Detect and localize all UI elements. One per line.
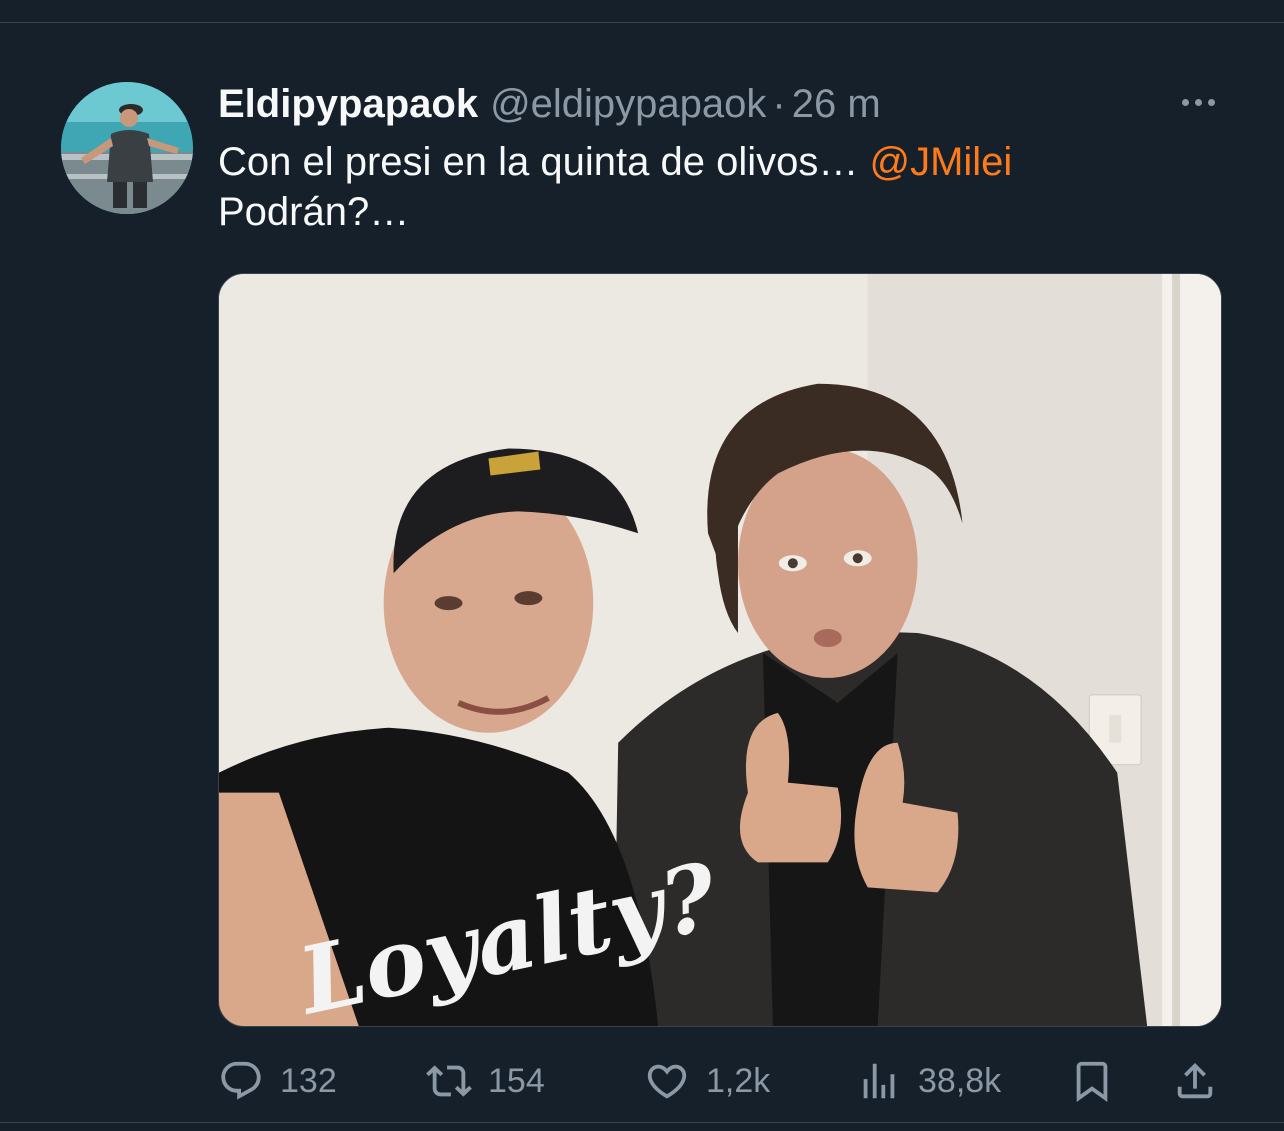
tweet[interactable]: Eldipypapaok @eldipypapaok · 26 m Con el… — [0, 23, 1284, 1122]
timestamp[interactable]: 26 m — [792, 82, 881, 127]
like-count: 1,2k — [706, 1061, 771, 1100]
retweet-count: 154 — [488, 1061, 545, 1100]
separator-dot: · — [772, 81, 786, 126]
tweet-text-line2: Podrán?… — [218, 190, 410, 234]
view-count: 38,8k — [918, 1061, 1002, 1100]
reply-action[interactable]: 132 — [218, 1053, 337, 1109]
share-upload-icon — [1177, 1062, 1213, 1099]
reply-count: 132 — [280, 1061, 337, 1100]
avatar[interactable] — [61, 82, 193, 214]
tweet-text-line1: Con el presi en la quinta de olivos… — [218, 140, 870, 184]
tweet-photo[interactable]: Loyalty? — [218, 273, 1222, 1027]
mention-link[interactable]: @JMilei — [869, 140, 1012, 184]
tweet-header: Eldipypapaok @eldipypapaok · 26 m — [218, 79, 881, 129]
bottom-divider — [0, 1122, 1284, 1123]
tweet-text: Con el presi en la quinta de olivos… @JM… — [218, 137, 1228, 237]
like-action[interactable]: 1,2k — [644, 1053, 770, 1109]
reply-bubble-icon — [221, 1061, 261, 1100]
retweet-icon — [426, 1065, 472, 1097]
bookmark-icon — [1076, 1061, 1108, 1102]
bookmark-action[interactable] — [1069, 1053, 1115, 1109]
heart-icon — [647, 1064, 687, 1099]
more-horizontal-icon[interactable] — [1173, 85, 1223, 119]
user-handle[interactable]: @eldipypapaok — [490, 82, 766, 127]
analytics-bars-icon — [863, 1063, 895, 1099]
display-name[interactable]: Eldipypapaok — [218, 82, 478, 127]
share-action[interactable] — [1172, 1053, 1218, 1109]
views-action[interactable]: 38,8k — [856, 1053, 1001, 1109]
tweet-actions: 132 154 1,2k 38,8k — [0, 1053, 1284, 1109]
retweet-action[interactable]: 154 — [426, 1053, 545, 1109]
